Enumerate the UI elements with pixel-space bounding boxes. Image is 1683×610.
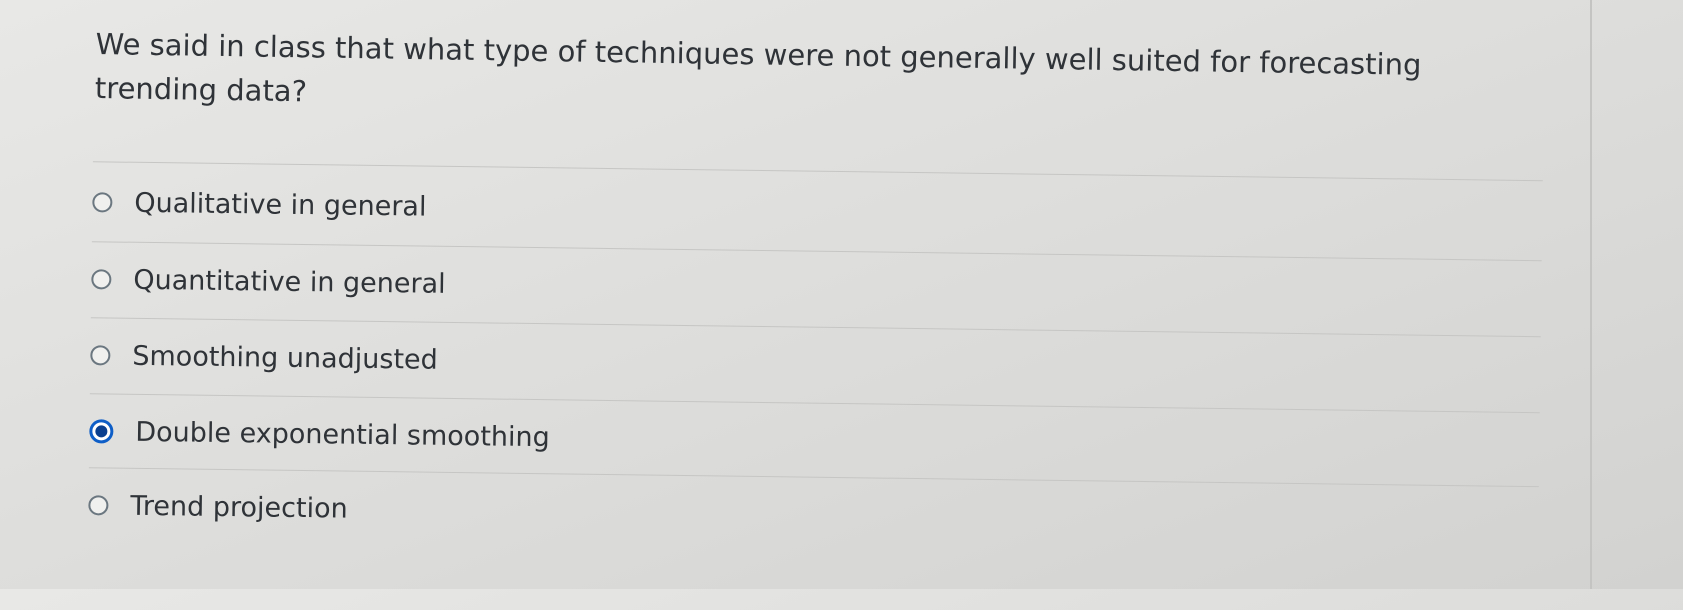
answer-label: Qualitative in general bbox=[134, 187, 427, 223]
radio-unchecked-icon[interactable] bbox=[91, 269, 112, 290]
radio-unchecked-icon[interactable] bbox=[90, 345, 111, 366]
answer-list: Qualitative in general Quantitative in g… bbox=[0, 0, 1590, 610]
answer-label: Smoothing unadjusted bbox=[132, 340, 438, 376]
radio-checked-icon[interactable] bbox=[89, 419, 114, 444]
radio-unchecked-icon[interactable] bbox=[88, 495, 109, 516]
answer-option-trend-projection[interactable]: Trend projection bbox=[88, 478, 348, 535]
answer-label: Quantitative in general bbox=[133, 264, 446, 300]
question-card: We said in class that what type of techn… bbox=[0, 0, 1592, 589]
answer-option-smoothing-unadjusted[interactable]: Smoothing unadjusted bbox=[90, 328, 438, 387]
answer-option-double-exponential-smoothing[interactable]: Double exponential smoothing bbox=[89, 404, 550, 464]
answer-option-quantitative[interactable]: Quantitative in general bbox=[91, 252, 446, 311]
answer-option-qualitative[interactable]: Qualitative in general bbox=[92, 175, 427, 233]
radio-unchecked-icon[interactable] bbox=[92, 192, 113, 213]
answer-label: Double exponential smoothing bbox=[135, 416, 550, 453]
answer-label: Trend projection bbox=[130, 490, 348, 525]
